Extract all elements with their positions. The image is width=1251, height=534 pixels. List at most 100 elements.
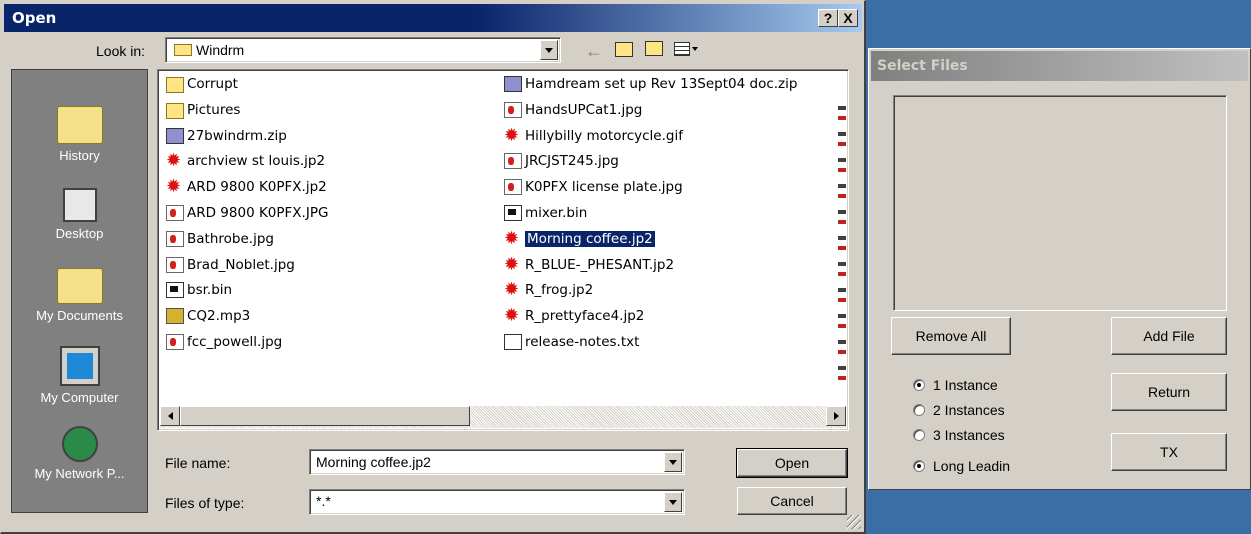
place-desktop[interactable]: Desktop [12,188,147,241]
select-files-titlebar[interactable]: Select Files [871,51,1248,81]
chevron-down-icon [669,459,677,465]
file-item[interactable]: ✹ R_prettyface4.jp2 [504,306,644,326]
resize-grip-icon[interactable] [847,515,861,529]
file-item[interactable]: release-notes.txt [504,332,639,352]
file-name: Morning coffee.jp2 [525,230,655,247]
file-item[interactable]: fcc_powell.jpg [166,332,282,352]
back-icon[interactable]: ← [585,41,603,62]
audio-file-icon [166,308,184,325]
place-my-computer[interactable]: My Computer [12,346,147,405]
my-documents-icon [56,268,103,304]
file-item[interactable]: ✹ Morning coffee.jp2 [504,229,655,249]
open-button[interactable]: Open [736,448,848,478]
file-name: ARD 9800 K0PFX.jp2 [187,179,327,196]
radio-dot-icon[interactable] [913,460,925,472]
file-item[interactable]: Pictures [166,100,240,120]
place-history[interactable]: History [12,106,147,163]
horizontal-scrollbar[interactable] [160,406,846,428]
zip-file-icon [504,76,522,92]
file-name: Hamdream set up Rev 13Sept04 doc.zip [525,76,798,92]
view-dropdown-icon[interactable] [692,47,698,51]
place-network[interactable]: My Network P... [12,426,147,481]
file-item[interactable]: mixer.bin [504,203,587,223]
network-places-icon [61,426,98,462]
add-file-button[interactable]: Add File [1111,317,1227,355]
desktop-icon [62,188,97,222]
file-item[interactable]: 27bwindrm.zip [166,126,287,146]
instance-radio[interactable]: 2 Instances [913,402,1005,418]
file-list[interactable]: Corrupt Pictures 27bwindrm.zip ✹ archview st… [157,69,849,431]
image-file-icon: ✹ [504,124,520,146]
file-name: Brad_Noblet.jpg [187,256,295,273]
remove-all-button[interactable]: Remove All [891,317,1011,355]
file-name-dropdown-button[interactable] [664,452,682,472]
radio-label: 2 Instances [933,402,1005,418]
jpg-file-icon [166,334,184,350]
radio-label: 3 Instances [933,427,1005,443]
new-folder-icon[interactable] [645,41,663,56]
image-file-icon: ✹ [504,253,520,275]
instance-radio[interactable]: Long Leadin [913,458,1010,474]
file-name: Bathrobe.jpg [187,230,274,247]
cancel-button[interactable]: Cancel [737,487,847,515]
file-item[interactable]: ✹ R_frog.jp2 [504,280,593,300]
file-item[interactable]: Bathrobe.jpg [166,229,274,249]
place-label: My Computer [40,390,119,405]
look-in-value: Windrm [196,42,245,58]
help-button[interactable]: ? [818,9,838,27]
selected-files-list[interactable] [893,95,1227,311]
view-menu-icon[interactable] [674,42,690,56]
file-item[interactable]: Hamdream set up Rev 13Sept04 doc.zip [504,74,797,94]
files-of-type-combo[interactable]: *.* [309,489,685,515]
radio-dot-icon[interactable] [913,429,925,441]
scroll-thumb[interactable] [180,406,470,426]
scroll-left-button[interactable] [160,406,180,426]
file-name-combo[interactable]: Morning coffee.jp2 [309,449,685,475]
file-item[interactable]: ✹ archview st louis.jp2 [166,151,325,171]
bin-file-icon [166,282,184,299]
files-of-type-label: Files of type: [165,495,245,511]
radio-dot-icon[interactable] [913,404,925,416]
file-name: R_frog.jp2 [525,282,594,299]
open-dialog-titlebar[interactable]: Open ? X [4,4,862,32]
files-of-type-dropdown-button[interactable] [664,492,682,512]
look-in-label: Look in: [96,43,146,59]
file-name-value: Morning coffee.jp2 [316,454,431,470]
files-of-type-value: *.* [316,493,331,509]
file-item[interactable]: Brad_Noblet.jpg [166,255,295,275]
up-folder-icon[interactable] [615,42,633,57]
return-button[interactable]: Return [1111,373,1227,411]
instance-radio[interactable]: 3 Instances [913,427,1005,443]
places-bar: History Desktop My Documents My Computer… [11,69,148,513]
arrow-right-icon [833,412,839,420]
look-in-combo[interactable]: Windrm [165,37,561,63]
file-item[interactable]: HandsUPCat1.jpg [504,100,642,120]
file-item[interactable]: bsr.bin [166,280,232,300]
scroll-right-button[interactable] [826,406,846,426]
radio-dot-icon[interactable] [913,379,925,391]
tx-button[interactable]: TX [1111,433,1227,471]
folder-icon [166,77,184,93]
image-file-icon: ✹ [166,176,182,198]
file-item[interactable]: ✹ Hillybilly motorcycle.gif [504,126,683,146]
image-file-icon: ✹ [504,279,520,301]
file-name: K0PFX license plate.jpg [525,179,683,196]
instance-radio[interactable]: 1 Instance [913,377,998,393]
radio-label: Long Leadin [933,458,1011,474]
third-column-sliver [838,100,846,380]
file-item[interactable]: ✹ R_BLUE-_PHESANT.jp2 [504,255,674,275]
file-item[interactable]: ARD 9800 K0PFX.JPG [166,203,328,223]
look-in-dropdown-button[interactable] [540,40,558,60]
close-button[interactable]: X [838,9,858,27]
file-item[interactable]: JRCJST245.jpg [504,151,619,171]
file-item[interactable]: ✹ ARD 9800 K0PFX.jp2 [166,177,327,197]
file-item[interactable]: CQ2.mp3 [166,306,250,326]
jpg-file-icon [504,153,522,170]
place-my-documents[interactable]: My Documents [12,268,147,323]
my-computer-icon [59,346,100,386]
file-item[interactable]: Corrupt [166,74,238,94]
image-file-icon: ✹ [166,150,182,172]
file-name: HandsUPCat1.jpg [525,101,643,118]
file-item[interactable]: K0PFX license plate.jpg [504,177,683,197]
open-dialog: Open ? X Look in: Windrm ← History Deskt… [0,0,866,534]
